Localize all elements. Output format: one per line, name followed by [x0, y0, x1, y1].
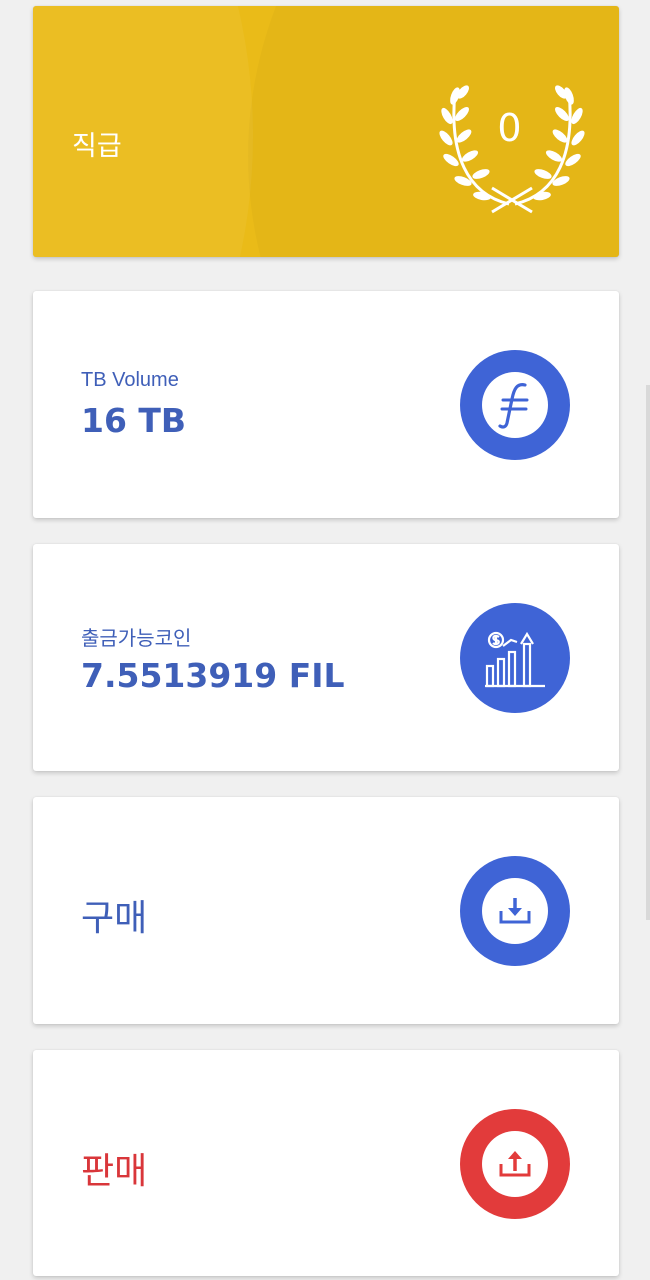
rank-label: 직급: [72, 131, 122, 162]
filecoin-icon-circle: [460, 350, 570, 460]
tb-volume-card[interactable]: TB Volume 16 TB: [33, 291, 619, 518]
withdrawable-coin-card[interactable]: 출금가능코인 7.5513919 FIL: [33, 544, 619, 771]
withdrawable-coin-value: 7.5513919 FIL: [81, 656, 345, 695]
rank-value: 0: [497, 106, 522, 150]
screen: 직급 0 TB Volume 16 TB 출금가능코인 7.5513919 FI…: [0, 0, 650, 1280]
filecoin-icon: [482, 372, 548, 438]
upload-icon: [482, 1131, 548, 1197]
scrollbar[interactable]: [646, 385, 650, 920]
tb-volume-label: TB Volume: [81, 369, 179, 391]
withdrawable-coin-label: 출금가능코인: [81, 628, 192, 650]
background-wave: [33, 6, 253, 257]
buy-button[interactable]: [460, 856, 570, 966]
growth-chart-icon: [485, 631, 545, 688]
buy-label: 구매: [81, 898, 148, 939]
buy-card[interactable]: 구매: [33, 797, 619, 1024]
tb-volume-value: 16 TB: [81, 401, 187, 440]
sell-button[interactable]: [460, 1109, 570, 1219]
download-icon: [482, 878, 548, 944]
sell-card[interactable]: 판매: [33, 1050, 619, 1276]
rank-card: 직급 0: [33, 6, 619, 257]
growth-chart-icon-circle: [460, 603, 570, 713]
sell-label: 판매: [81, 1151, 148, 1192]
